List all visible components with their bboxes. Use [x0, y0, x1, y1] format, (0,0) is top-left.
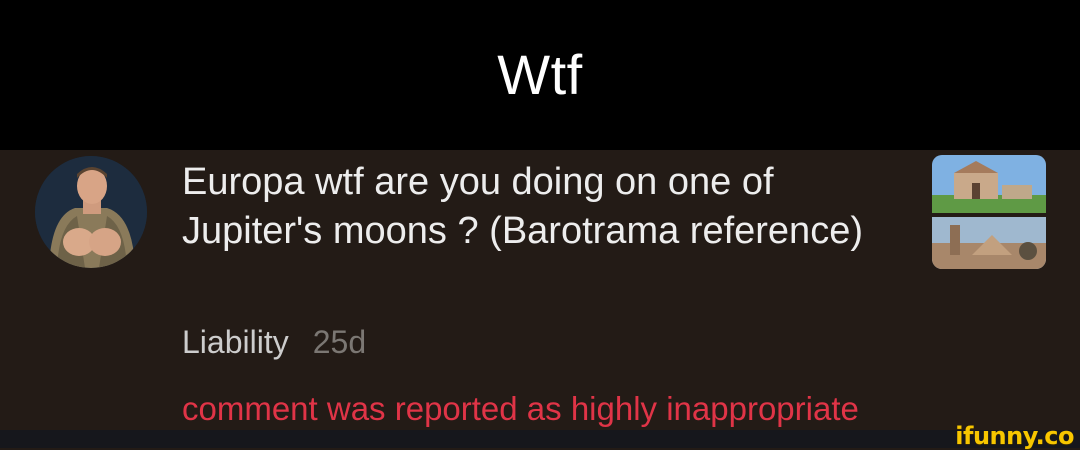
bottom-strip [0, 430, 1080, 448]
comment-meta: Liability 25d [182, 322, 366, 362]
post-thumbnail[interactable] [932, 155, 1046, 269]
user-avatar[interactable] [35, 156, 147, 268]
report-notice: comment was reported as highly inappropr… [182, 390, 859, 427]
ifunny-watermark: ifunny.co [955, 422, 1074, 450]
comment-text: Europa wtf are you doing on one of Jupit… [182, 161, 863, 252]
avatar-image [35, 156, 147, 268]
comment-age: 25d [312, 324, 367, 360]
author-name[interactable]: Liability [182, 322, 289, 362]
caption-bar: Wtf [0, 0, 1080, 150]
thumbnail-image [932, 155, 1046, 269]
caption-text: Wtf [497, 43, 583, 106]
